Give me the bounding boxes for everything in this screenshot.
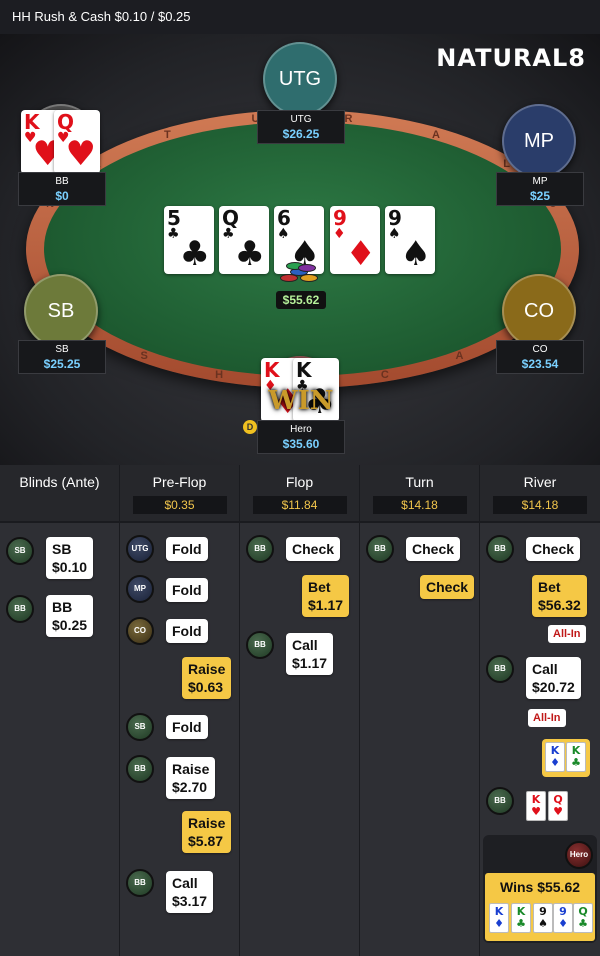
seat-mp[interactable]: MP — [502, 104, 576, 178]
rail-letter: A — [455, 349, 464, 362]
board-card-2: Q ♣ ♣ — [219, 206, 269, 274]
natural8-logo: NATURAL8 — [436, 44, 586, 72]
avatar-co: CO — [126, 617, 154, 645]
street-name: River — [523, 474, 557, 490]
avatar-bb: BB — [246, 535, 274, 563]
action-bubble: SB $0.10 — [46, 537, 94, 579]
action-bubble-hero: Bet $56.32 — [532, 575, 587, 617]
win-overlay: WIN — [268, 386, 334, 416]
window-title: HH Rush & Cash $0.10 / $0.25 — [0, 0, 600, 34]
avatar-bb: BB — [486, 655, 514, 683]
action-bubble-hero: Raise $0.63 — [182, 657, 232, 699]
avatar-bb: BB — [246, 631, 274, 659]
action-bubble: Fold — [166, 619, 208, 643]
avatar-utg: UTG — [126, 535, 154, 563]
hero-showdown-cards: K ♦ K ♣ — [542, 739, 590, 777]
avatar-bb: BB — [126, 755, 154, 783]
board-card-5: 9 ♠ ♠ — [385, 206, 435, 274]
street-preflop: Pre-Flop $0.35 UTG Fold MP Fold CO Fold R… — [120, 465, 240, 956]
best-hand-card: K ♦ — [489, 903, 509, 933]
avatar-mp: MP — [126, 575, 154, 603]
all-in-tag: All-In — [528, 709, 566, 727]
street-name: Pre-Flop — [152, 474, 207, 490]
action-bubble: Call $20.72 — [526, 657, 581, 699]
street-name: Blinds (Ante) — [19, 474, 100, 490]
rail-letter: S — [140, 349, 148, 362]
winner-panel: Hero Wins $55.62 K ♦ K ♣ 9 ♠ 9 ♦ Q ♣ — [483, 835, 597, 943]
best-hand-card: 9 ♠ — [533, 903, 553, 933]
avatar-hero: Hero — [565, 841, 593, 869]
avatar-bb: BB — [126, 869, 154, 897]
action-bubble: Fold — [166, 578, 208, 602]
avatar-bb: BB — [366, 535, 394, 563]
street-name: Flop — [285, 474, 314, 490]
rail-letter: A — [432, 128, 440, 141]
street-pot: $14.18 — [372, 496, 467, 514]
street-pot: $11.84 — [252, 496, 347, 514]
avatar-bb: BB — [486, 787, 514, 815]
dealer-button: D — [243, 420, 257, 434]
action-bubble: Call $1.17 — [286, 633, 334, 675]
all-in-tag: All-In — [548, 625, 586, 643]
bb-card-2: Q ♥ ♥ — [54, 110, 100, 174]
street-pot: $0.35 — [132, 496, 227, 514]
seat-utg-info: UTG $26.25 — [257, 110, 345, 144]
seat-co-info: CO $23.54 — [496, 340, 584, 374]
best-hand-card: Q ♣ — [573, 903, 593, 933]
seat-co[interactable]: CO — [502, 274, 576, 348]
street-pot: $14.18 — [493, 496, 587, 514]
action-bubble: Fold — [166, 715, 208, 739]
pot-amount: $55.62 — [276, 291, 326, 309]
avatar-sb: SB — [126, 713, 154, 741]
action-bubble: Fold — [166, 537, 208, 561]
action-bubble-hero: Bet $1.17 — [302, 575, 350, 617]
bb-showdown-cards: K ♥ Q ♥ — [526, 791, 574, 829]
winner-text: Wins $55.62 — [499, 879, 581, 895]
rail-letter: R — [344, 113, 353, 125]
best-hand-card: K ♣ — [511, 903, 531, 933]
poker-table-area: NATURAL8 NATURAL8RUSH&CASH UTG UTG$26.25… — [0, 34, 600, 465]
street-name: Turn — [405, 474, 434, 490]
action-bubble: Check — [406, 537, 461, 561]
street-flop: Flop $11.84 BB Check Bet $1.17 BB Call $1.1… — [240, 465, 360, 956]
street-turn: Turn $14.18 BB Check Check — [360, 465, 480, 956]
rail-letter: H — [215, 368, 224, 381]
action-bubble: Raise $2.70 — [166, 757, 216, 799]
action-bubble: Check — [286, 537, 341, 561]
action-bubble-hero: Raise $5.87 — [182, 811, 232, 853]
action-bubble: Call $3.17 — [166, 871, 214, 913]
action-bubble-hero: Check — [420, 575, 475, 599]
hand-history-panel: Blinds (Ante) SB SB $0.10 BB BB $0.25 Pre-… — [0, 465, 600, 956]
street-blinds: Blinds (Ante) SB SB $0.10 BB BB $0.25 — [0, 465, 120, 956]
action-bubble: BB $0.25 — [46, 595, 94, 637]
seat-bb-info: BB $0 — [18, 172, 106, 206]
rail-letter: T — [164, 128, 171, 141]
seat-utg[interactable]: UTG — [263, 42, 337, 116]
seat-hero-info: Hero $35.60 — [257, 420, 345, 454]
best-hand-card: 9 ♦ — [553, 903, 573, 933]
seat-sb-info: SB $25.25 — [18, 340, 106, 374]
board-card-1: 5 ♣ ♣ — [164, 206, 214, 274]
action-bubble: Check — [526, 537, 581, 561]
avatar-sb: SB — [6, 537, 34, 565]
avatar-bb: BB — [486, 535, 514, 563]
rail-letter: C — [380, 368, 389, 381]
seat-sb[interactable]: SB — [24, 274, 98, 348]
avatar-bb: BB — [6, 595, 34, 623]
board-card-4: 9 ♦ ♦ — [330, 206, 380, 274]
seat-mp-info: MP $25 — [496, 172, 584, 206]
